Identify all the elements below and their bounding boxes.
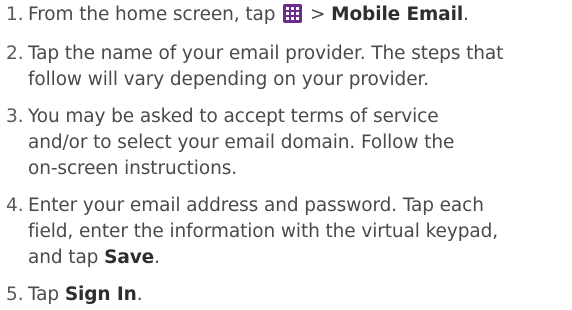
step-number-5: 5. — [6, 284, 24, 305]
mobile-email-label: Mobile Email — [331, 4, 464, 25]
step-number-3: 3. — [6, 106, 24, 127]
step-3-line-1: You may be asked to accept terms of serv… — [28, 106, 439, 127]
step-number-1: 1. — [6, 4, 24, 25]
step-5-text-pre: Tap — [28, 284, 65, 305]
step-4-text-post: . — [154, 247, 160, 268]
step-1-text-mid: > — [304, 4, 332, 25]
step-number-2: 2. — [6, 43, 24, 64]
step-4-line-2: field, enter the information with the vi… — [28, 221, 498, 242]
apps-grid-icon — [283, 4, 303, 23]
step-1-line-1: From the home screen, tap > Mobile Email… — [28, 2, 469, 28]
step-4-text-pre: and tap — [28, 247, 105, 268]
step-5-text-post: . — [136, 284, 143, 305]
step-4-line-1: Enter your email address and password. T… — [28, 195, 484, 216]
step-2-line-1: Tap the name of your email provider. The… — [28, 43, 504, 64]
instruction-steps: 1. From the home screen, tap > Mobile Em… — [0, 0, 572, 310]
step-2-line-2: follow will vary depending on your provi… — [28, 69, 430, 90]
step-number-4: 4. — [6, 195, 24, 216]
step-3-line-3: on-screen instructions. — [28, 158, 238, 179]
step-3-line-2: and/or to select your email domain. Foll… — [28, 132, 455, 153]
step-1-text-pre: From the home screen, tap — [28, 4, 282, 25]
step-4-line-3: and tap Save. — [28, 245, 160, 271]
save-label: Save — [104, 247, 155, 268]
step-1-text-post: . — [463, 4, 469, 25]
sign-in-label: Sign In — [64, 284, 137, 305]
step-5-line-1: Tap Sign In. — [28, 282, 143, 308]
